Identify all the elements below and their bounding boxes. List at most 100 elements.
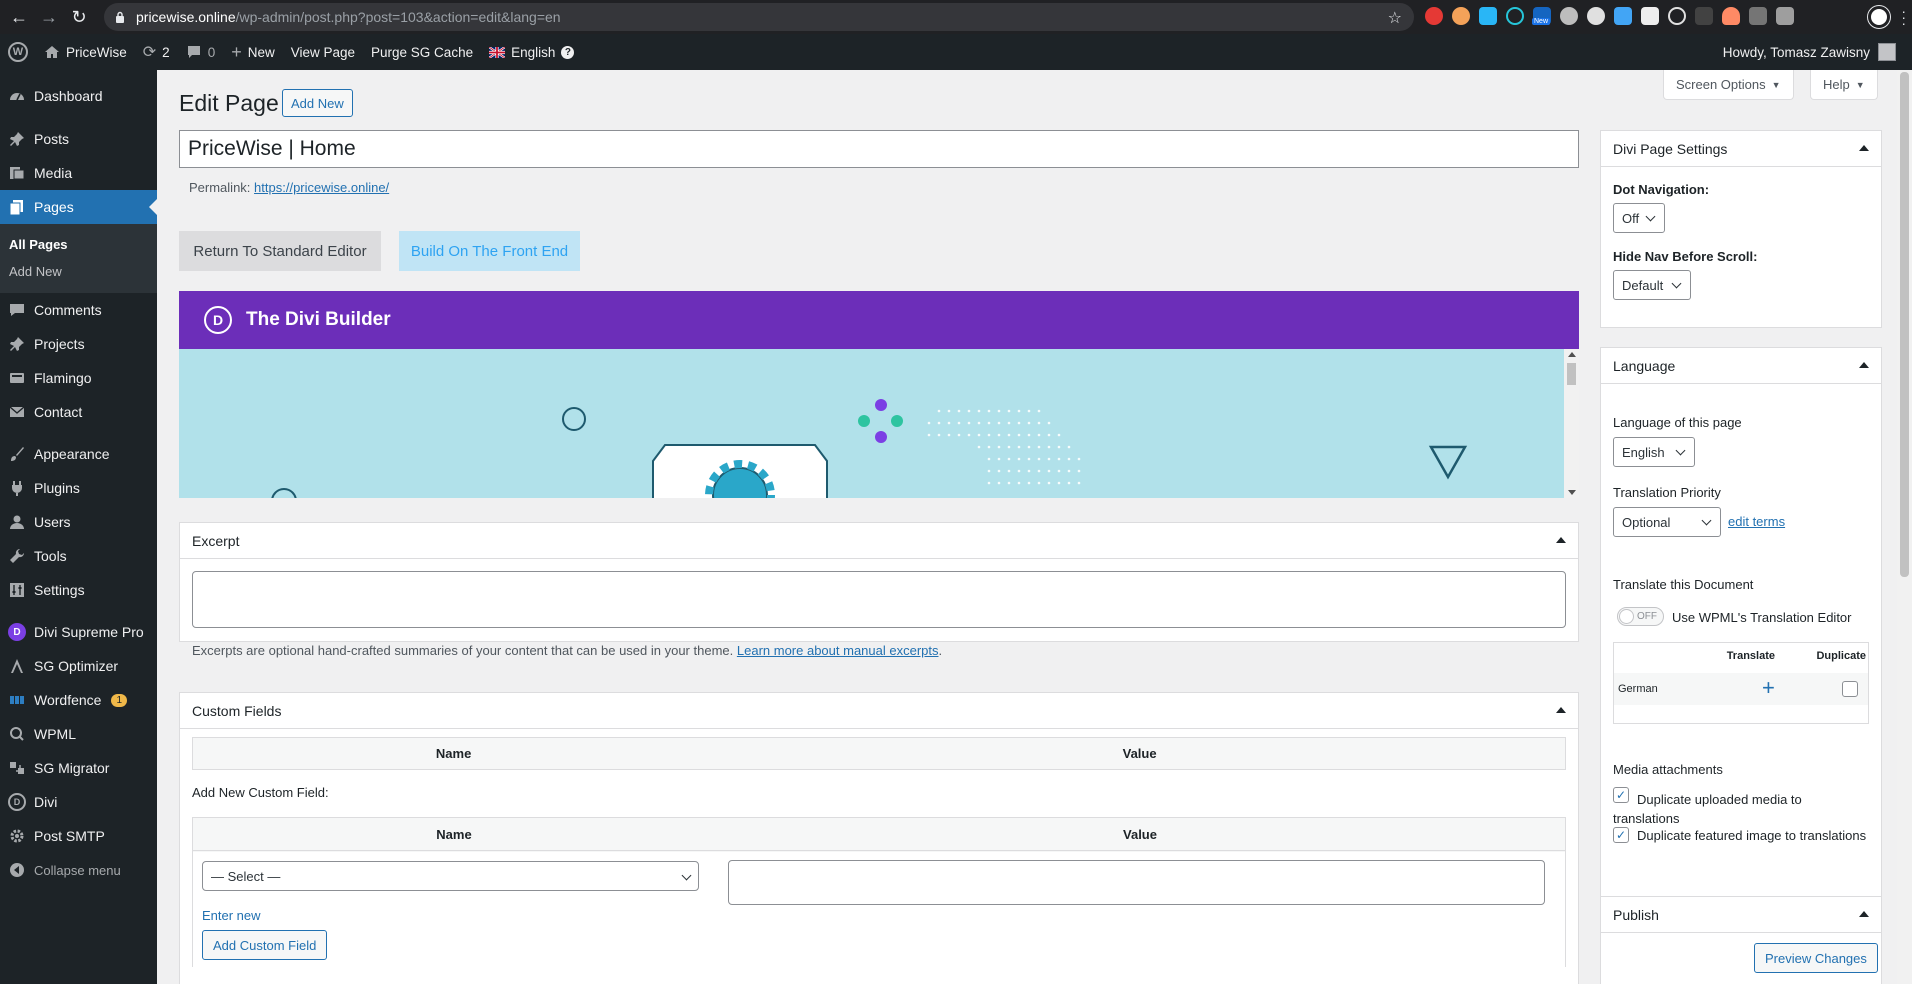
sidebar-item-plugins[interactable]: Plugins [0,471,157,505]
address-bar[interactable]: pricewise.online/wp-admin/post.php?post=… [104,3,1414,31]
translation-row: German + [1614,673,1868,705]
wp-logo-menu[interactable]: W [0,34,36,70]
edit-terms-link[interactable]: edit terms [1728,514,1785,529]
help-button[interactable]: Help ▼ [1810,70,1878,100]
sidebar-item-appearance[interactable]: Appearance [0,437,157,471]
collapse-toggle-icon[interactable] [1556,537,1566,543]
admin-bar-updates[interactable]: ⟳ 2 [135,34,178,70]
language-select[interactable]: English [1613,437,1695,467]
divi-preview-area[interactable] [179,349,1579,498]
excerpt-header[interactable]: Excerpt [180,523,1578,559]
permalink-link[interactable]: https://pricewise.online/ [254,180,389,195]
admin-bar-account[interactable]: Howdy, Tomasz Zawisny [1723,34,1896,70]
forward-icon[interactable]: → [38,6,60,28]
collapse-toggle-icon[interactable] [1859,911,1869,917]
extension-icon[interactable] [1479,7,1497,25]
collapse-toggle-icon[interactable] [1859,145,1869,151]
publish-header[interactable]: Publish [1601,897,1881,933]
sidebar-item-divi-supreme-pro[interactable]: D Divi Supreme Pro [0,615,157,649]
language-metabox: Language Language of this page English T… [1600,347,1882,947]
dot-navigation-select[interactable]: Off [1613,203,1665,233]
chevron-down-icon [681,870,692,881]
admin-bar-new[interactable]: + New [223,34,283,70]
excerpt-textarea[interactable] [192,571,1566,628]
admin-bar-comments[interactable]: 0 [178,34,224,70]
divi-preview-scrollbar[interactable] [1564,349,1579,498]
sidebar-item-dashboard[interactable]: Dashboard [0,78,157,114]
sidebar-item-wordfence[interactable]: Wordfence 1 [0,683,157,717]
sidebar-item-tools[interactable]: Tools [0,539,157,573]
extension-icon[interactable] [1614,7,1632,25]
language-header[interactable]: Language [1601,348,1881,384]
bookmark-star-icon[interactable]: ☆ [1388,8,1402,28]
sidebar-item-users[interactable]: Users [0,505,157,539]
sidebar-item-wpml[interactable]: WPML [0,717,157,751]
post-title-input[interactable]: PriceWise | Home [179,130,1579,168]
extension-icon[interactable] [1776,7,1794,25]
sidebar-item-settings[interactable]: Settings [0,573,157,607]
submenu-all-pages[interactable]: All Pages [0,231,157,258]
sidebar-item-pages[interactable]: Pages [0,190,157,224]
preview-changes-button[interactable]: Preview Changes [1754,943,1878,973]
return-to-standard-editor-button[interactable]: Return To Standard Editor [179,231,381,271]
extension-icon[interactable] [1722,7,1740,25]
custom-field-name-select[interactable]: — Select — [202,861,699,891]
sidebar-item-divi[interactable]: D Divi [0,785,157,819]
duplicate-featured-checkbox[interactable]: ✓ [1613,827,1629,843]
sidebar-item-contact[interactable]: Contact [0,395,157,429]
extension-icon[interactable] [1641,7,1659,25]
browser-menu-icon[interactable]: · · · [1901,4,1906,30]
extension-icon[interactable] [1560,7,1578,25]
scroll-up-arrow-icon[interactable] [1568,352,1576,357]
hide-nav-select[interactable]: Default [1613,270,1691,300]
extension-icon[interactable]: New [1532,7,1551,25]
enter-new-link[interactable]: Enter new [202,908,261,923]
reload-icon[interactable]: ↻ [68,6,90,28]
extension-icon[interactable] [1749,7,1767,25]
back-icon[interactable]: ← [8,6,30,28]
collapse-toggle-icon[interactable] [1556,707,1566,713]
admin-bar-site[interactable]: PriceWise [36,34,135,70]
sidebar-item-posts[interactable]: Posts [0,122,157,156]
duplicate-checkbox[interactable] [1842,681,1858,697]
divi-settings-header[interactable]: Divi Page Settings [1601,131,1881,167]
extension-icon[interactable] [1668,7,1686,25]
add-translation-plus-icon[interactable]: + [1762,675,1775,701]
screen-options-button[interactable]: Screen Options ▼ [1663,70,1794,100]
submenu-add-new[interactable]: Add New [0,258,157,285]
scrollbar-thumb[interactable] [1567,363,1576,385]
scroll-down-arrow-icon[interactable] [1568,490,1576,495]
admin-bar-view-page[interactable]: View Page [283,34,363,70]
manual-excerpts-link[interactable]: Learn more about manual excerpts [737,643,939,658]
lock-icon [116,11,124,23]
scrollbar-thumb[interactable] [1900,72,1909,577]
sidebar-item-sg-optimizer[interactable]: SG Optimizer [0,649,157,683]
sidebar-item-projects[interactable]: Projects [0,327,157,361]
sidebar-item-comments[interactable]: Comments [0,293,157,327]
url-path: /wp-admin/post.php?post=103&action=edit&… [235,9,561,25]
custom-fields-header[interactable]: Custom Fields [180,693,1578,729]
custom-field-value-textarea[interactable] [728,860,1545,905]
collapse-toggle-icon[interactable] [1859,362,1869,368]
admin-bar-language[interactable]: English ? [481,34,582,70]
admin-bar-purge-cache[interactable]: Purge SG Cache [363,34,481,70]
extension-icon[interactable] [1452,7,1470,25]
sidebar-item-media[interactable]: Media [0,156,157,190]
extension-icon[interactable] [1587,7,1605,25]
sidebar-item-post-smtp[interactable]: Post SMTP [0,819,157,853]
extension-icon[interactable] [1695,7,1713,25]
build-on-front-end-button[interactable]: Build On The Front End [399,231,580,271]
translation-priority-select[interactable]: Optional [1613,507,1721,537]
sidebar-collapse-menu[interactable]: Collapse menu [0,853,157,887]
extension-icon[interactable] [1506,7,1524,25]
add-new-page-button[interactable]: Add New [282,89,353,117]
extension-icon[interactable] [1425,7,1443,25]
profile-avatar[interactable] [1868,6,1890,28]
sidebar-item-sg-migrator[interactable]: SG Migrator [0,751,157,785]
sidebar-item-flamingo[interactable]: Flamingo [0,361,157,395]
extension-new-badge: New [1532,18,1551,25]
sidebar-label: Appearance [34,446,110,462]
page-scrollbar[interactable] [1897,70,1912,984]
translation-editor-toggle[interactable]: OFF [1617,607,1664,626]
add-custom-field-button[interactable]: Add Custom Field [202,930,328,960]
